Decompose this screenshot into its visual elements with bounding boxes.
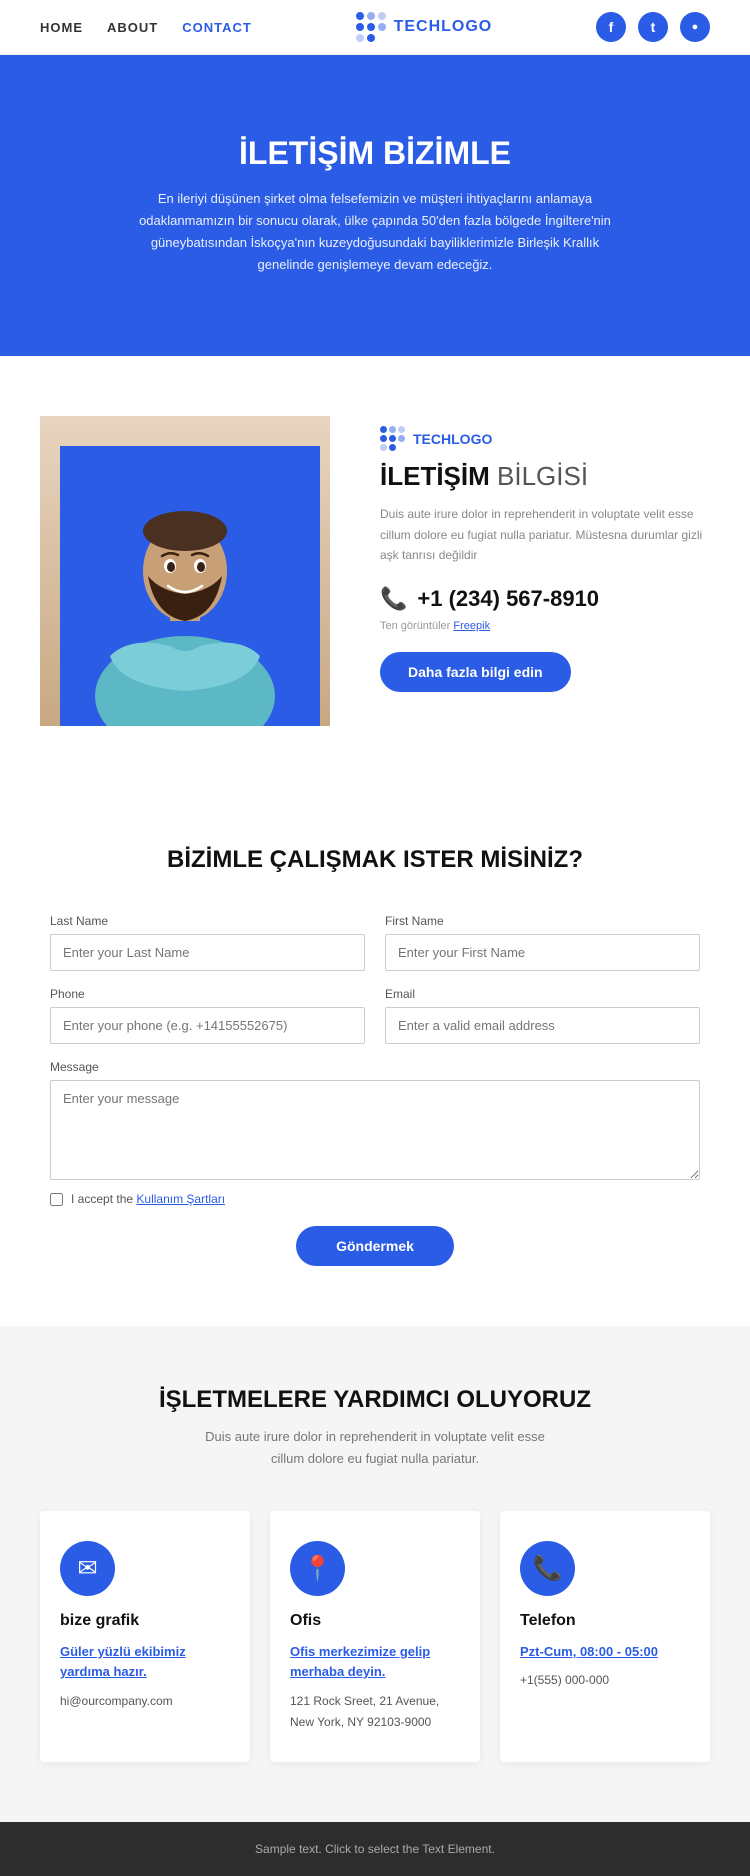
last-name-group: Last Name	[50, 914, 365, 971]
message-label: Message	[50, 1060, 700, 1074]
contact-logo-dots	[380, 426, 405, 451]
contact-logo-dot	[389, 426, 396, 433]
logo: TECHLOGO	[356, 12, 493, 42]
help-section: İŞLETMELERE YARDIMCI OLUYORUZ Duis aute …	[0, 1326, 750, 1822]
facebook-icon[interactable]: f	[596, 12, 626, 42]
first-name-input[interactable]	[385, 934, 700, 971]
submit-button[interactable]: Göndermek	[296, 1226, 454, 1266]
hero-section: İLETİŞİM BİZİMLE En ileriyi düşünen şirk…	[0, 55, 750, 356]
twitter-icon[interactable]: t	[638, 12, 668, 42]
phone-icon: 📞	[380, 586, 407, 612]
phone-row: 📞 +1 (234) 567-8910	[380, 586, 710, 612]
contact-logo-text: TECHLOGO	[413, 431, 492, 447]
contact-logo-dot	[389, 444, 396, 451]
contact-logo-dot	[380, 435, 387, 442]
logo-dot	[367, 23, 375, 31]
logo-dot	[367, 12, 375, 20]
submit-row: Göndermek	[50, 1226, 700, 1266]
person-image	[40, 416, 330, 726]
email-group: Email	[385, 987, 700, 1044]
terms-checkbox[interactable]	[50, 1193, 63, 1206]
contact-logo-dot	[380, 444, 387, 451]
nav-home[interactable]: HOME	[40, 20, 83, 35]
contact-logo-dot	[398, 426, 405, 433]
instagram-icon[interactable]: ●	[680, 12, 710, 42]
email-input[interactable]	[385, 1007, 700, 1044]
logo-dot	[356, 34, 364, 42]
contact-heading: İLETİŞİM BİLGİSİ	[380, 461, 710, 492]
hero-heading: İLETİŞİM BİZİMLE	[40, 135, 710, 172]
first-name-label: First Name	[385, 914, 700, 928]
form-section: BİZİMLE ÇALIŞMAK ISTER MİSİNİZ? Last Nam…	[0, 786, 750, 1326]
cards-container: ✉ bize grafik Güler yüzlü ekibimiz yardı…	[40, 1511, 710, 1762]
footer-text: Sample text. Click to select the Text El…	[255, 1842, 495, 1856]
logo-dot	[367, 34, 375, 42]
email-icon: ✉	[60, 1541, 115, 1596]
card-phone-detail: +1(555) 000-000	[520, 1670, 690, 1690]
credit-link[interactable]: Freepik	[453, 620, 490, 632]
nav-contact[interactable]: CONTACT	[182, 20, 252, 35]
logo-dots	[356, 12, 386, 42]
social-icons: f t ●	[596, 12, 710, 42]
contact-info-text: TECHLOGO İLETİŞİM BİLGİSİ Duis aute irur…	[380, 416, 710, 691]
card-phone: 📞 Telefon Pzt-Cum, 08:00 - 05:00 +1(555)…	[500, 1511, 710, 1762]
form-heading: BİZİMLE ÇALIŞMAK ISTER MİSİNİZ?	[50, 846, 700, 874]
logo-dot	[378, 23, 386, 31]
card-email: ✉ bize grafik Güler yüzlü ekibimiz yardı…	[40, 1511, 250, 1762]
terms-label: I accept the Kullanım Şartları	[71, 1192, 225, 1206]
nav-about[interactable]: ABOUT	[107, 20, 158, 35]
phone-group: Phone	[50, 987, 365, 1044]
footer: Sample text. Click to select the Text El…	[0, 1822, 750, 1876]
card-email-link[interactable]: Güler yüzlü ekibimiz yardıma hazır.	[60, 1642, 230, 1684]
info-button[interactable]: Daha fazla bilgi edin	[380, 652, 571, 692]
help-heading: İŞLETMELERE YARDIMCI OLUYORUZ	[40, 1386, 710, 1414]
card-email-detail: hi@ourcompany.com	[60, 1691, 230, 1711]
phone-label: Phone	[50, 987, 365, 1001]
card-office-title: Ofis	[290, 1612, 460, 1630]
hero-heading-bold: İLETİŞİM	[239, 135, 374, 171]
checkbox-row: I accept the Kullanım Şartları	[50, 1192, 700, 1206]
help-heading-light: İŞLETMELERE	[159, 1386, 333, 1413]
phone-number: +1 (234) 567-8910	[417, 586, 599, 612]
contact-description: Duis aute irure dolor in reprehenderit i…	[380, 504, 710, 565]
logo-dot	[356, 23, 364, 31]
first-name-group: First Name	[385, 914, 700, 971]
card-phone-link[interactable]: Pzt-Cum, 08:00 - 05:00	[520, 1642, 690, 1663]
logo-dot	[378, 12, 386, 20]
contact-heading-light: BİLGİSİ	[490, 461, 588, 491]
contact-info-section: TECHLOGO İLETİŞİM BİLGİSİ Duis aute irur…	[0, 356, 750, 786]
hero-heading-light: BİZİMLE	[374, 135, 511, 171]
credit-text: Ten görüntüler Freepik	[380, 620, 710, 632]
contact-heading-bold: İLETİŞİM	[380, 461, 490, 491]
call-icon: 📞	[520, 1541, 575, 1596]
person-photo	[40, 416, 340, 726]
contact-logo: TECHLOGO	[380, 426, 710, 451]
phone-input[interactable]	[50, 1007, 365, 1044]
card-office-detail: 121 Rock Sreet, 21 Avenue, New York, NY …	[290, 1691, 460, 1732]
last-name-label: Last Name	[50, 914, 365, 928]
location-icon: 📍	[290, 1541, 345, 1596]
help-description: Duis aute irure dolor in reprehenderit i…	[200, 1426, 550, 1470]
contact-logo-dot	[398, 435, 405, 442]
terms-link[interactable]: Kullanım Şartları	[136, 1192, 225, 1206]
email-label: Email	[385, 987, 700, 1001]
last-name-input[interactable]	[50, 934, 365, 971]
help-heading-bold: YARDIMCI OLUYORUZ	[333, 1386, 591, 1413]
form-row-contact: Phone Email	[50, 987, 700, 1044]
logo-text: TECHLOGO	[394, 18, 493, 36]
navbar: HOME ABOUT CONTACT TECHLOGO f t ●	[0, 0, 750, 55]
contact-logo-dot	[380, 426, 387, 433]
card-email-title: bize grafik	[60, 1612, 230, 1630]
logo-dot	[356, 12, 364, 20]
card-office-link[interactable]: Ofis merkezimize gelip merhaba deyin.	[290, 1642, 460, 1684]
form-row-name: Last Name First Name	[50, 914, 700, 971]
message-group: Message	[50, 1060, 700, 1180]
hero-description: En ileriyi düşünen şirket olma felsefemi…	[125, 188, 625, 276]
nav-links: HOME ABOUT CONTACT	[40, 20, 252, 35]
card-office: 📍 Ofis Ofis merkezimize gelip merhaba de…	[270, 1511, 480, 1762]
message-input[interactable]	[50, 1080, 700, 1180]
card-phone-title: Telefon	[520, 1612, 690, 1630]
contact-logo-dot	[389, 435, 396, 442]
